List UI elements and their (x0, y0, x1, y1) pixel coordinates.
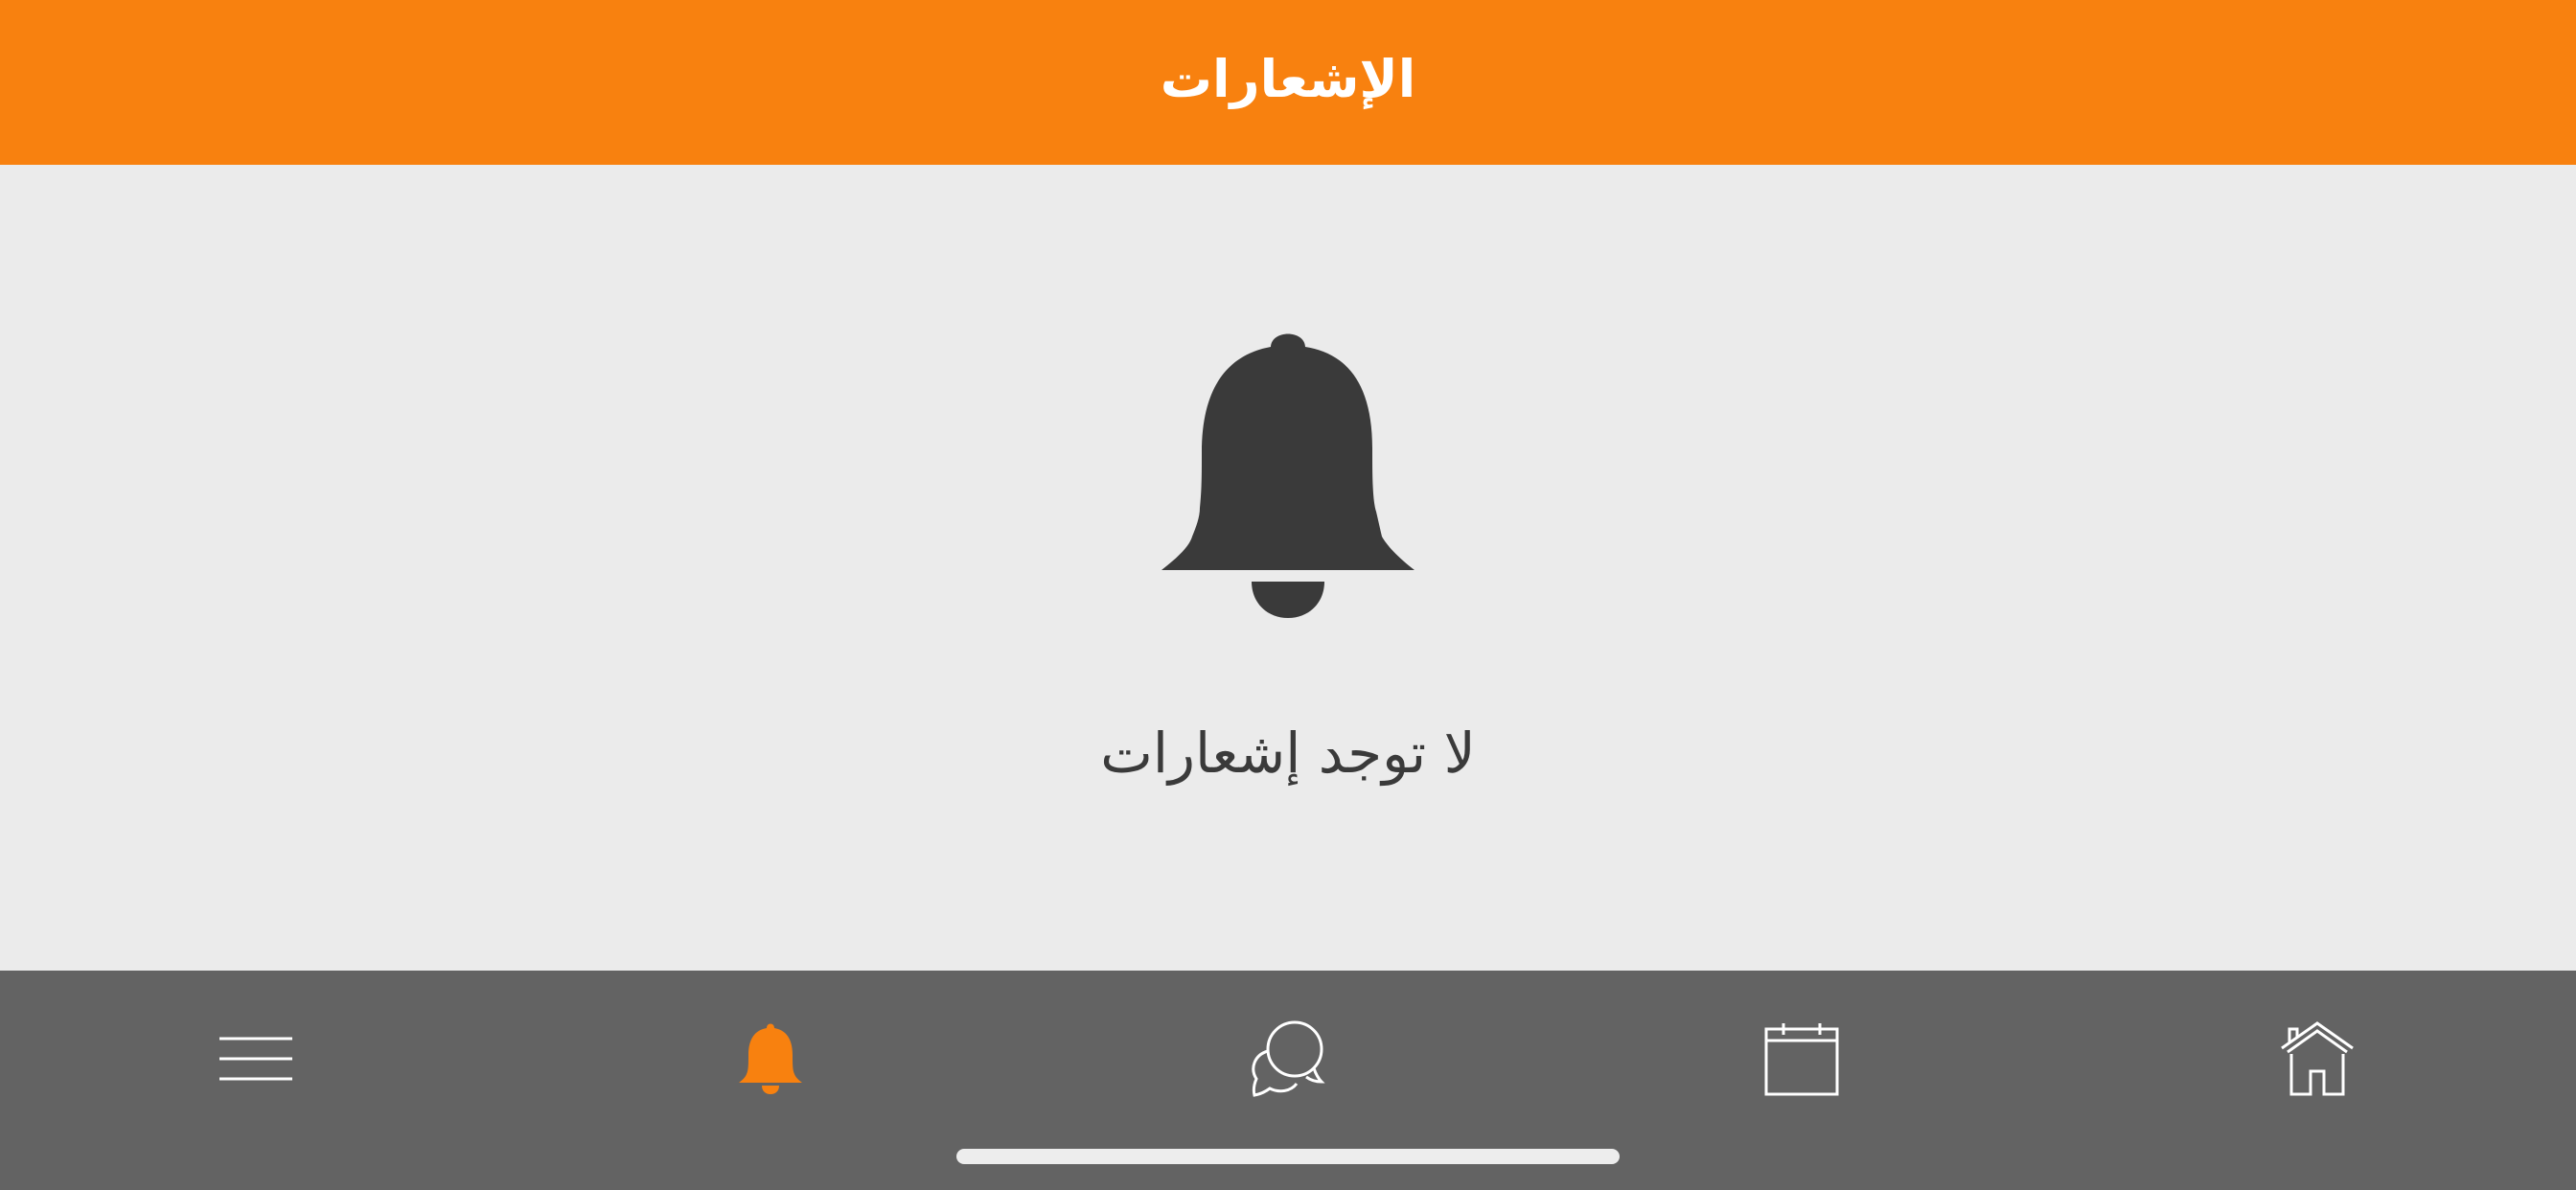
bell-icon (1162, 333, 1414, 618)
bell-icon (739, 1023, 802, 1094)
empty-state-message: لا توجد إشعارات (1100, 721, 1476, 786)
header-bar: الإشعارات (0, 0, 2576, 165)
bottom-tab-bar (0, 971, 2576, 1190)
calendar-icon (1764, 1023, 1839, 1096)
chat-bubbles-icon (1252, 1020, 1325, 1097)
tab-menu[interactable] (208, 1011, 304, 1107)
menu-icon (219, 1037, 292, 1081)
home-indicator[interactable] (956, 1149, 1620, 1164)
tab-notifications[interactable] (723, 1011, 818, 1107)
home-icon (2281, 1021, 2354, 1096)
tab-calendar[interactable] (1754, 1011, 1850, 1107)
page-title: الإشعارات (1160, 49, 1416, 109)
tab-chat[interactable] (1239, 1011, 1335, 1107)
notifications-content: لا توجد إشعارات (0, 165, 2576, 971)
tab-home[interactable] (2269, 1011, 2365, 1107)
